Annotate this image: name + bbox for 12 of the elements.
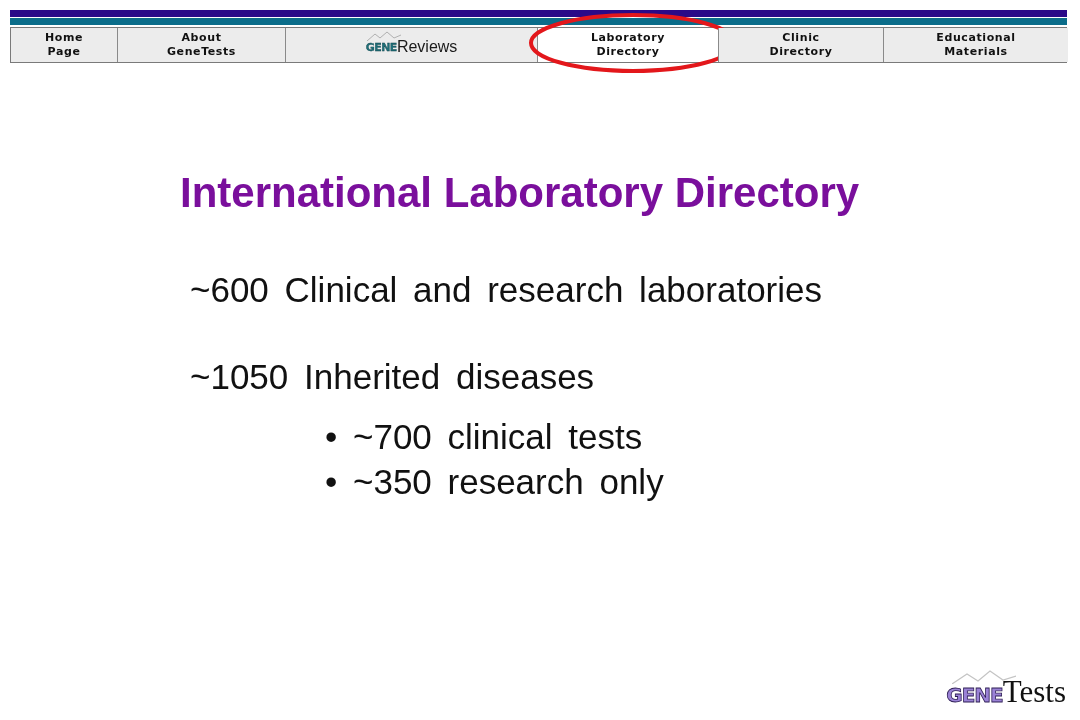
mountain-logo-icon bbox=[366, 31, 401, 41]
bullet-item: • ~350 research only bbox=[325, 461, 664, 503]
nav-tab[interactable]: Home Page bbox=[11, 28, 117, 62]
statistic-text: ~600 Clinical and research laboratories bbox=[190, 269, 822, 311]
nav-tab[interactable]: About GeneTests bbox=[118, 28, 285, 62]
nav-tab[interactable]: Educational Materials bbox=[884, 28, 1068, 62]
logo-wordmark: GENETests bbox=[946, 678, 1066, 709]
statistic-text: ~1050 Inherited diseases bbox=[190, 356, 595, 398]
nav-tab[interactable]: GENEReviews bbox=[286, 28, 537, 62]
bullet-item: • ~700 clinical tests bbox=[325, 416, 643, 458]
nav-tab[interactable]: Clinic Directory bbox=[719, 28, 883, 62]
page-title: International Laboratory Directory bbox=[180, 168, 860, 218]
